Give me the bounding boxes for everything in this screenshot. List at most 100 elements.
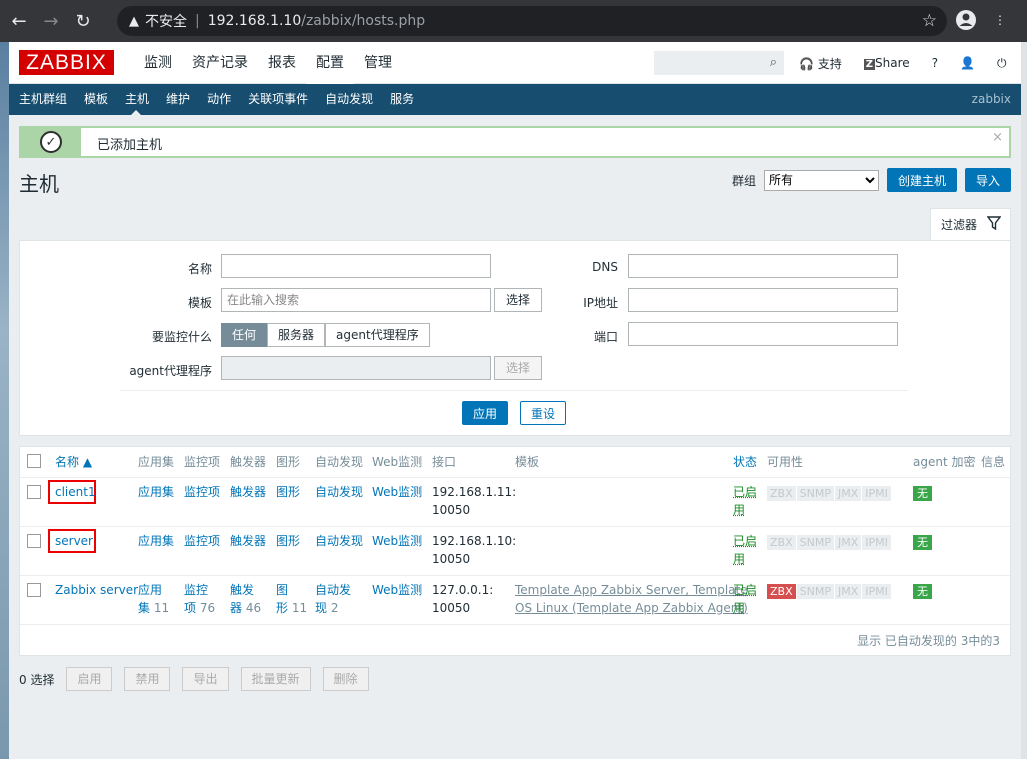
status-link[interactable]: 已启 <box>733 532 757 550</box>
triggers-count[interactable]: 器 46 <box>230 599 261 617</box>
host-name-link[interactable]: Zabbix server <box>55 581 138 599</box>
page-title: 主机 <box>19 172 59 196</box>
menu-reports[interactable]: 报表 <box>258 42 306 84</box>
mass-update-button[interactable]: 批量更新 <box>240 667 311 691</box>
applications-link[interactable]: 应用集 <box>138 483 174 501</box>
discovery-link[interactable]: 自动发现 <box>315 483 363 501</box>
forward-icon[interactable]: → <box>38 8 64 34</box>
menu-dots-icon[interactable]: ⋮ <box>988 8 1012 32</box>
reload-icon[interactable]: ↻ <box>70 8 96 34</box>
graphs-link[interactable]: 图 <box>276 581 288 599</box>
status-link[interactable]: 已启 <box>733 581 757 599</box>
export-button[interactable]: 导出 <box>182 667 229 691</box>
menu-monitoring[interactable]: 监测 <box>134 42 182 84</box>
enable-button[interactable]: 启用 <box>66 667 113 691</box>
menu-inventory[interactable]: 资产记录 <box>182 42 258 84</box>
menu-configuration[interactable]: 配置 <box>306 42 354 84</box>
proxy-select-button[interactable]: 选择 <box>494 356 542 380</box>
status-link-2[interactable]: 用 <box>733 550 745 568</box>
ip-input[interactable] <box>628 288 898 312</box>
graphs-count[interactable]: 形 11 <box>276 599 307 617</box>
subnav-actions[interactable]: 动作 <box>197 84 238 115</box>
name-input[interactable] <box>221 254 491 278</box>
user-profile-icon[interactable]: 👤 <box>960 56 975 70</box>
items-link[interactable]: 监控项 <box>184 483 220 501</box>
port-input[interactable] <box>628 322 898 346</box>
template-input[interactable]: 在此输入搜索 <box>221 288 491 312</box>
web-link[interactable]: Web监测 <box>372 581 422 599</box>
triggers-link[interactable]: 触发 <box>230 581 254 599</box>
applications-count[interactable]: 集 11 <box>138 599 169 617</box>
import-button[interactable]: 导入 <box>964 168 1011 192</box>
applications-link[interactable]: 应用 <box>138 581 162 599</box>
template-link[interactable]: Template App Zabbix Server, Template <box>515 581 748 599</box>
row-checkbox[interactable] <box>27 583 41 597</box>
discovery-link[interactable]: 自动发 <box>315 581 351 599</box>
radio-server[interactable]: 服务器 <box>267 323 326 347</box>
status-link-2[interactable]: 用 <box>733 501 745 519</box>
row-checkbox[interactable] <box>27 534 41 548</box>
subnav-templates[interactable]: 模板 <box>74 84 115 115</box>
web-link[interactable]: Web监测 <box>372 483 422 501</box>
items-count[interactable]: 项 76 <box>184 599 215 617</box>
template-link-2[interactable]: OS Linux (Template App Zabbix Agent) <box>515 599 748 617</box>
subnav-hosts[interactable]: 主机 <box>115 84 156 115</box>
subnav-host-groups[interactable]: 主机群组 <box>9 84 74 115</box>
menu-administration[interactable]: 管理 <box>354 42 402 84</box>
ip-label: IP地址 <box>583 296 618 310</box>
interface-ip: 192.168.1.11: <box>432 485 517 499</box>
discovery-count[interactable]: 现 2 <box>315 599 338 617</box>
delete-button[interactable]: 删除 <box>322 667 369 691</box>
row-checkbox[interactable] <box>27 485 41 499</box>
triggers-link[interactable]: 触发器 <box>230 532 266 550</box>
sub-nav: 主机群组 模板 主机 维护 动作 关联项事件 自动发现 服务 zabbix <box>9 84 1021 115</box>
web-link[interactable]: Web监测 <box>372 532 422 550</box>
items-link[interactable]: 监控项 <box>184 532 220 550</box>
global-search-input[interactable]: ⌕ <box>654 51 784 75</box>
share-link[interactable]: Z Share <box>863 56 910 70</box>
discovery-link[interactable]: 自动发现 <box>315 532 363 550</box>
applications-link[interactable]: 应用集 <box>138 532 174 550</box>
radio-any[interactable]: 任何 <box>221 323 268 347</box>
col-status[interactable]: 状态 <box>733 447 757 477</box>
items-link[interactable]: 监控 <box>184 581 208 599</box>
host-name-link[interactable]: server <box>55 532 93 550</box>
back-icon[interactable]: ← <box>6 8 32 34</box>
bookmark-star-icon[interactable]: ☆ <box>922 11 937 31</box>
disable-button[interactable]: 禁用 <box>124 667 171 691</box>
dns-input[interactable] <box>628 254 898 278</box>
host-name-link[interactable]: client1 <box>55 483 96 501</box>
select-all-checkbox[interactable] <box>27 454 41 468</box>
template-label: 模板 <box>187 296 212 310</box>
search-icon[interactable]: ⌕ <box>770 55 777 70</box>
col-name[interactable]: 名称 ▲ <box>55 447 92 477</box>
proxy-label: agent代理程序 <box>129 364 212 378</box>
subnav-maintenance[interactable]: 维护 <box>156 84 197 115</box>
close-icon[interactable]: × <box>992 130 1003 145</box>
reset-button[interactable]: 重设 <box>520 401 567 425</box>
subnav-services[interactable]: 服务 <box>380 84 421 115</box>
logout-icon[interactable]: ⏻ <box>997 56 1007 71</box>
subnav-correlation[interactable]: 关联项事件 <box>238 84 315 115</box>
zabbix-logo[interactable]: ZABBIX <box>19 50 114 75</box>
triggers-link[interactable]: 触发器 <box>230 483 266 501</box>
status-link-2[interactable]: 用 <box>733 599 745 617</box>
col-availability: 可用性 <box>767 455 804 469</box>
dns-label: DNS <box>592 260 618 274</box>
group-select[interactable]: 所有 <box>763 169 879 191</box>
subnav-discovery[interactable]: 自动发现 <box>315 84 380 115</box>
apply-button[interactable]: 应用 <box>462 401 509 425</box>
profile-icon[interactable] <box>954 8 978 32</box>
support-link[interactable]: 🎧 支持 <box>799 55 842 72</box>
graphs-link[interactable]: 图形 <box>276 483 300 501</box>
status-link[interactable]: 已启 <box>733 483 757 501</box>
proxy-input[interactable] <box>221 356 491 380</box>
graphs-link[interactable]: 图形 <box>276 532 300 550</box>
radio-agent[interactable]: agent代理程序 <box>325 323 430 347</box>
warning-icon: ▲ <box>129 13 139 29</box>
address-bar[interactable]: ▲ 不安全 | 192.168.1.10 /zabbix/hosts.php ☆ <box>117 6 947 36</box>
template-select-button[interactable]: 选择 <box>494 288 542 312</box>
filter-tab[interactable]: 过滤器 <box>930 208 1011 240</box>
create-host-button[interactable]: 创建主机 <box>886 168 957 192</box>
help-icon[interactable]: ? <box>932 56 938 70</box>
